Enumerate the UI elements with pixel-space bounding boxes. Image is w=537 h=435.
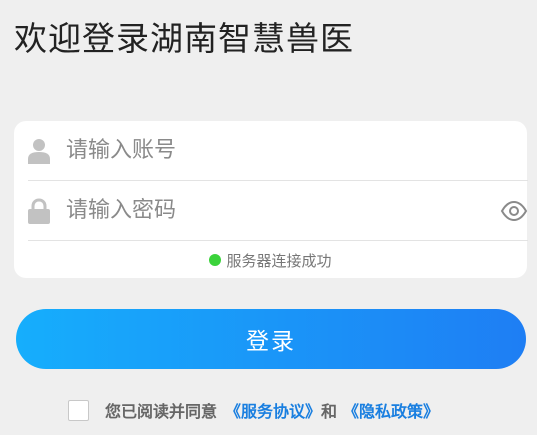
status-dot-icon — [209, 254, 222, 266]
username-row — [28, 121, 528, 181]
agreement-checkbox[interactable] — [68, 399, 89, 421]
login-form-card: 服务器连接成功 — [14, 121, 528, 278]
privacy-policy-link[interactable]: 《隐私政策》 — [343, 398, 439, 422]
status-text: 服务器连接成功 — [226, 251, 332, 270]
agreement-conjunction: 和 — [321, 402, 338, 421]
username-input[interactable] — [66, 130, 466, 171]
page-title: 欢迎登录湖南智慧兽医 — [14, 19, 354, 58]
connection-status: 服务器连接成功 — [14, 249, 527, 271]
agreement-row: 您已阅读并同意 《服务协议》 和 《隐私政策》 — [68, 397, 439, 423]
password-row — [28, 181, 528, 241]
login-page: 欢迎登录湖南智慧兽医 请输入账号 服务器连接成功 登录 您已阅读并同意 《服务协… — [0, 0, 537, 435]
login-button[interactable]: 登录 — [16, 309, 526, 369]
user-icon — [28, 138, 50, 164]
eye-icon[interactable] — [500, 197, 528, 225]
password-input[interactable] — [66, 190, 466, 231]
lock-icon — [28, 197, 50, 224]
service-agreement-link[interactable]: 《服务协议》 — [225, 398, 321, 422]
agreement-prefix: 您已阅读并同意 — [105, 402, 218, 421]
